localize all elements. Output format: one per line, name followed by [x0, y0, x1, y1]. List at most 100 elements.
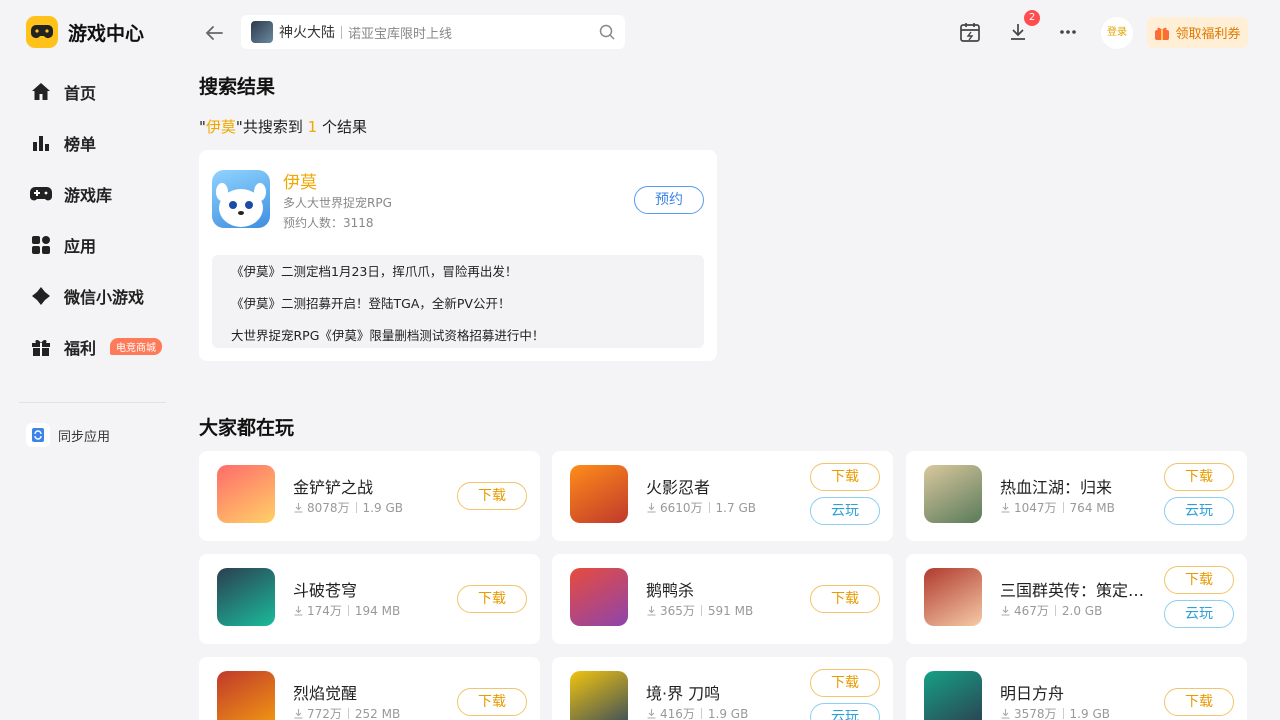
meta-separator: [1062, 708, 1064, 719]
game-card[interactable]: 鹅鸭杀 365万 591 MB 下载: [552, 554, 893, 644]
search-bar[interactable]: 神火大陆 诺亚宝库限时上线: [241, 15, 625, 49]
game-icon[interactable]: [924, 465, 982, 523]
game-card[interactable]: 斗破苍穹 174万 194 MB 下载: [199, 554, 540, 644]
back-arrow-icon[interactable]: [203, 22, 225, 44]
game-name[interactable]: 鹅鸭杀: [646, 577, 694, 601]
news-item[interactable]: 《伊莫》二测招募开启！登陆TGA，全新PV公开！: [231, 295, 704, 327]
result-count-number: 1: [307, 118, 318, 136]
login-button[interactable]: 登录: [1101, 17, 1133, 49]
more-icon[interactable]: [1057, 21, 1079, 43]
cloud-play-button[interactable]: 云玩: [1164, 600, 1234, 628]
meta-separator: [1062, 502, 1064, 513]
game-name[interactable]: 金铲铲之战: [293, 474, 373, 498]
game-card[interactable]: 三国群英传：策定… 467万 2.0 GB 下载云玩: [906, 554, 1247, 644]
result-quote-open: ": [199, 118, 206, 136]
cloud-play-button[interactable]: 云玩: [1164, 497, 1234, 525]
meta-separator: [355, 502, 357, 513]
game-name[interactable]: 三国群英传：策定…: [1000, 577, 1144, 601]
game-downloads: 6610万: [660, 501, 703, 515]
game-icon[interactable]: [217, 568, 275, 626]
game-size: 1.9 GB: [707, 706, 749, 720]
sidebar-item-game-library[interactable]: 游戏库: [0, 168, 185, 219]
game-name[interactable]: 热血江湖：归来: [1000, 474, 1112, 498]
game-name[interactable]: 境·界 刀鸣: [646, 680, 720, 704]
game-icon[interactable]: [924, 568, 982, 626]
news-list: 《伊莫》二测定档1月23日，挥爪爪，冒险再出发！ 《伊莫》二测招募开启！登陆TG…: [212, 255, 704, 348]
result-game-desc: 多人大世界捉宠RPG: [283, 196, 392, 210]
claim-coupon-button[interactable]: 领取福利券: [1147, 17, 1248, 48]
game-meta: 8078万 1.9 GB: [293, 499, 403, 516]
sidebar-item-mini-games[interactable]: 微信小游戏: [0, 270, 185, 321]
search-game-thumbnail: [251, 21, 273, 43]
claim-coupon-label: 领取福利券: [1175, 27, 1241, 42]
game-name[interactable]: 火影忍者: [646, 474, 710, 498]
game-card[interactable]: 明日方舟 3578万 1.9 GB 下载: [906, 657, 1247, 720]
download-button[interactable]: 下载: [810, 669, 880, 697]
game-icon-yimo[interactable]: [212, 170, 270, 228]
esports-shop-badge: 电竞商城: [110, 338, 163, 355]
game-card[interactable]: 烈焰觉醒 772万 252 MB 下载: [199, 657, 540, 720]
coupon-gift-icon: [1154, 25, 1170, 41]
download-count-icon: [293, 605, 304, 616]
game-icon[interactable]: [570, 465, 628, 523]
search-icon[interactable]: [599, 24, 615, 40]
result-count-text: "共搜索到: [235, 118, 303, 136]
game-icon[interactable]: [217, 671, 275, 720]
download-count-icon: [1000, 502, 1011, 513]
game-card[interactable]: 火影忍者 6610万 1.7 GB 下载 云玩: [552, 451, 893, 541]
game-icon[interactable]: [570, 568, 628, 626]
game-icon[interactable]: [924, 671, 982, 720]
app-logo[interactable]: 游戏中心: [26, 16, 144, 48]
download-button[interactable]: 下载: [1164, 463, 1234, 491]
game-size: 1.9 GB: [362, 500, 403, 515]
game-downloads: 467万: [1014, 604, 1049, 618]
download-button[interactable]: 下载: [1164, 566, 1234, 594]
news-item[interactable]: 大世界捉宠RPG《伊莫》限量删档测试资格招募进行中！: [231, 327, 704, 359]
download-count-icon: [646, 502, 657, 513]
download-button[interactable]: 下载: [1164, 688, 1234, 716]
news-item[interactable]: 《伊莫》二测定档1月23日，挥爪爪，冒险再出发！: [231, 263, 704, 295]
game-icon[interactable]: [217, 465, 275, 523]
game-meta: 365万 591 MB: [646, 602, 753, 619]
download-button[interactable]: 下载: [457, 688, 527, 716]
ranking-icon: [30, 132, 52, 154]
cloud-play-button[interactable]: 云玩: [810, 703, 880, 720]
game-name[interactable]: 斗破苍穹: [293, 577, 357, 601]
game-name[interactable]: 烈焰觉醒: [293, 680, 357, 704]
sidebar-item-welfare[interactable]: 福利 电竞商城: [0, 321, 185, 372]
search-result-card[interactable]: 伊莫 多人大世界捉宠RPG 预约人数：3118 预约 《伊莫》二测定档1月23日…: [199, 150, 717, 361]
download-count-icon: [1000, 605, 1011, 616]
game-meta: 467万 2.0 GB: [1000, 602, 1102, 619]
download-button[interactable]: 下载: [457, 482, 527, 510]
sync-apps-button[interactable]: 同步应用: [26, 423, 110, 447]
game-icon[interactable]: [570, 671, 628, 720]
game-downloads: 8078万: [307, 501, 350, 515]
popular-title: 大家都在玩: [199, 417, 295, 439]
download-count-icon: [293, 502, 304, 513]
download-icon[interactable]: [1007, 21, 1029, 43]
result-query: 伊莫: [205, 118, 236, 136]
download-button[interactable]: 下载: [810, 463, 880, 491]
reserve-button[interactable]: 预约: [634, 186, 704, 214]
search-hint: 诺亚宝库限时上线: [348, 26, 453, 42]
sidebar-item-apps[interactable]: 应用: [0, 219, 185, 270]
game-name[interactable]: 明日方舟: [1000, 680, 1064, 704]
sidebar: 游戏中心 首页 榜单 游戏库 应用 微信小游戏 福利 电竞商城 同步应用: [0, 0, 185, 720]
game-card[interactable]: 境·界 刀鸣 416万 1.9 GB 下载 云玩: [552, 657, 893, 720]
game-card[interactable]: 热血江湖：归来 1047万 764 MB 下载 云玩: [906, 451, 1247, 541]
download-count-icon: [293, 708, 304, 719]
download-button[interactable]: 下载: [810, 585, 880, 613]
download-button[interactable]: 下载: [457, 585, 527, 613]
home-icon: [30, 81, 52, 103]
result-count-line: "伊莫"共搜索到 1 个结果: [199, 116, 367, 137]
game-card[interactable]: 金铲铲之战 8078万 1.9 GB 下载: [199, 451, 540, 541]
sidebar-item-label: 福利: [64, 338, 97, 358]
gamepad-logo-icon: [26, 16, 58, 48]
calendar-icon[interactable]: [959, 21, 981, 43]
game-size: 252 MB: [354, 706, 401, 720]
sidebar-item-ranking[interactable]: 榜单: [0, 117, 185, 168]
result-game-name[interactable]: 伊莫: [283, 168, 317, 193]
game-downloads: 1047万: [1014, 501, 1057, 515]
cloud-play-button[interactable]: 云玩: [810, 497, 880, 525]
sidebar-item-home[interactable]: 首页: [0, 66, 185, 117]
